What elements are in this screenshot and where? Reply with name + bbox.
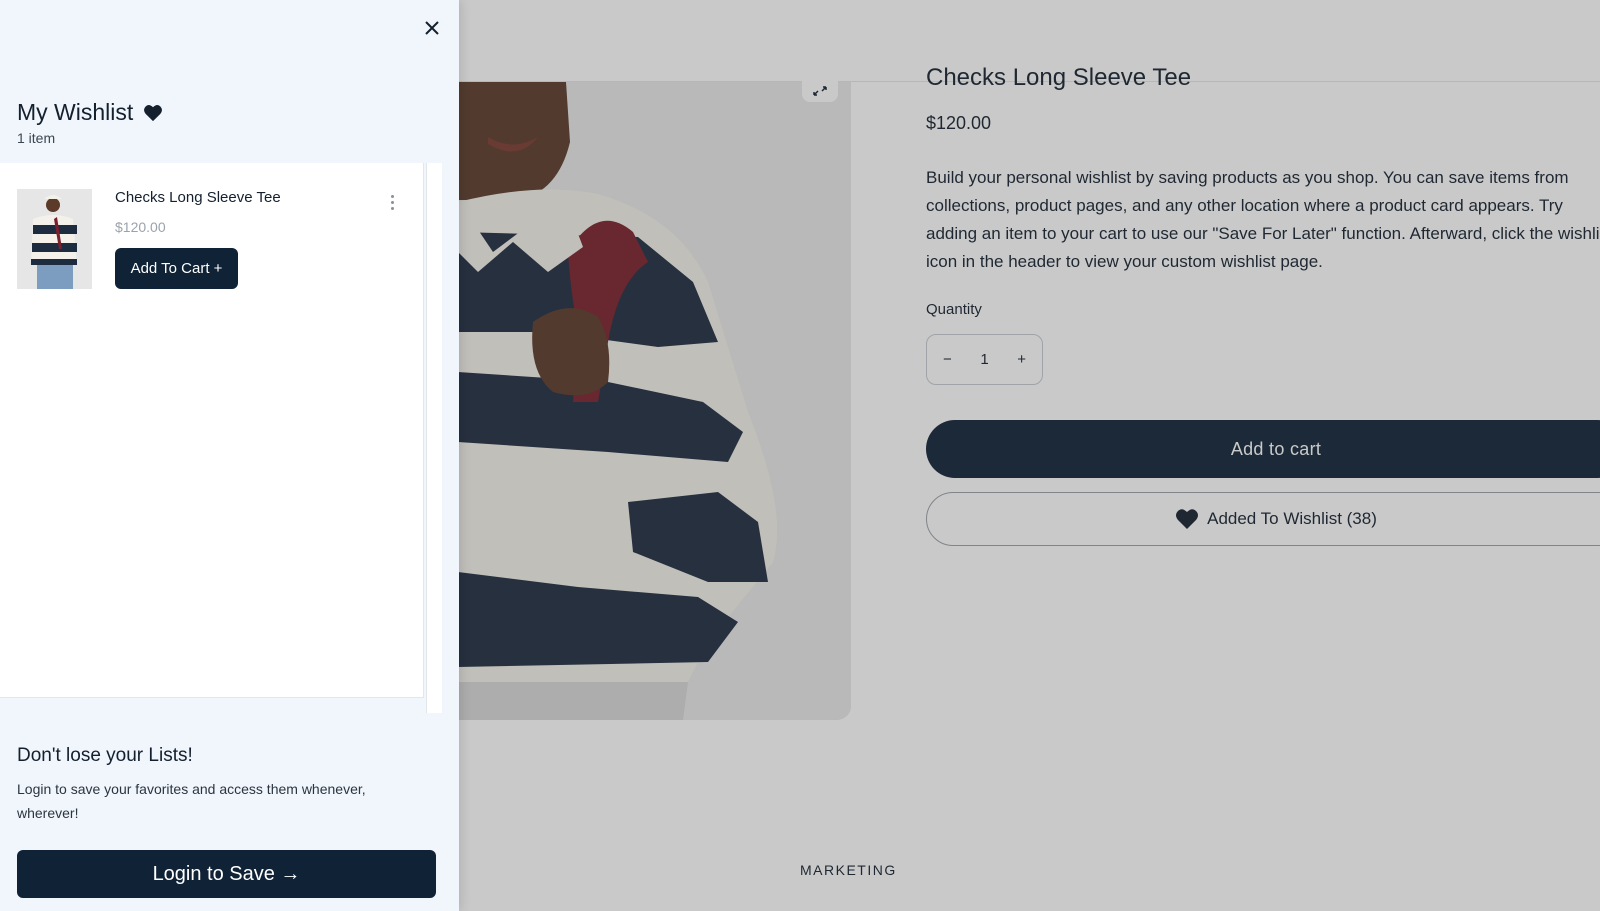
wishlist-item-thumbnail[interactable] — [17, 189, 92, 289]
promo-title: Don't lose your Lists! — [17, 745, 193, 766]
wishlist-title-text: My Wishlist — [17, 99, 134, 125]
close-icon[interactable] — [420, 16, 444, 40]
heart-icon — [144, 104, 163, 121]
login-to-save-button[interactable]: Login to Save → — [17, 850, 436, 898]
scrollbar[interactable] — [426, 163, 442, 713]
wishlist-drawer: My Wishlist 1 item Checks Long Sleeve Te… — [0, 0, 459, 911]
wishlist-item-name[interactable]: Checks Long Sleeve Tee — [115, 189, 281, 206]
wishlist-title: My Wishlist — [17, 99, 163, 126]
wishlist-item-price: $120.00 — [115, 219, 166, 235]
wishlist-item-count: 1 item — [17, 130, 56, 146]
wishlist-item-add-to-cart-button[interactable]: Add To Cart + — [115, 248, 238, 289]
more-vertical-icon[interactable] — [384, 192, 400, 212]
promo-text: Login to save your favorites and access … — [17, 781, 366, 821]
